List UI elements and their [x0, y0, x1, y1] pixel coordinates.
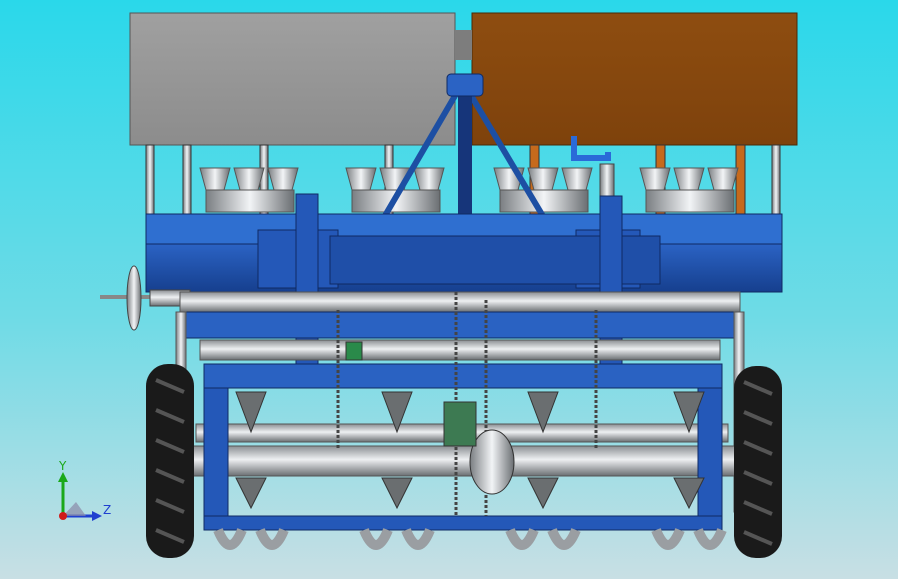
seeder-3d-model[interactable]: Y Z	[0, 0, 898, 579]
left-ground-wheel	[146, 364, 194, 558]
z-axis-label: Z	[103, 503, 111, 517]
graphics-viewport[interactable]: Y Z	[0, 0, 898, 579]
view-orientation-triad[interactable]: Y Z	[58, 459, 111, 521]
box-connector	[455, 30, 472, 60]
seed-box-right	[471, 12, 798, 146]
xy-plane-indicator	[63, 502, 86, 516]
y-axis-label: Y	[58, 459, 67, 473]
spring	[599, 163, 615, 199]
y-axis-arrowhead	[58, 472, 68, 482]
origin-point	[59, 512, 67, 520]
press-wheels	[213, 527, 727, 550]
right-ground-wheel	[734, 366, 782, 558]
z-axis-arrowhead	[92, 511, 102, 521]
seed-box-left	[129, 12, 456, 146]
